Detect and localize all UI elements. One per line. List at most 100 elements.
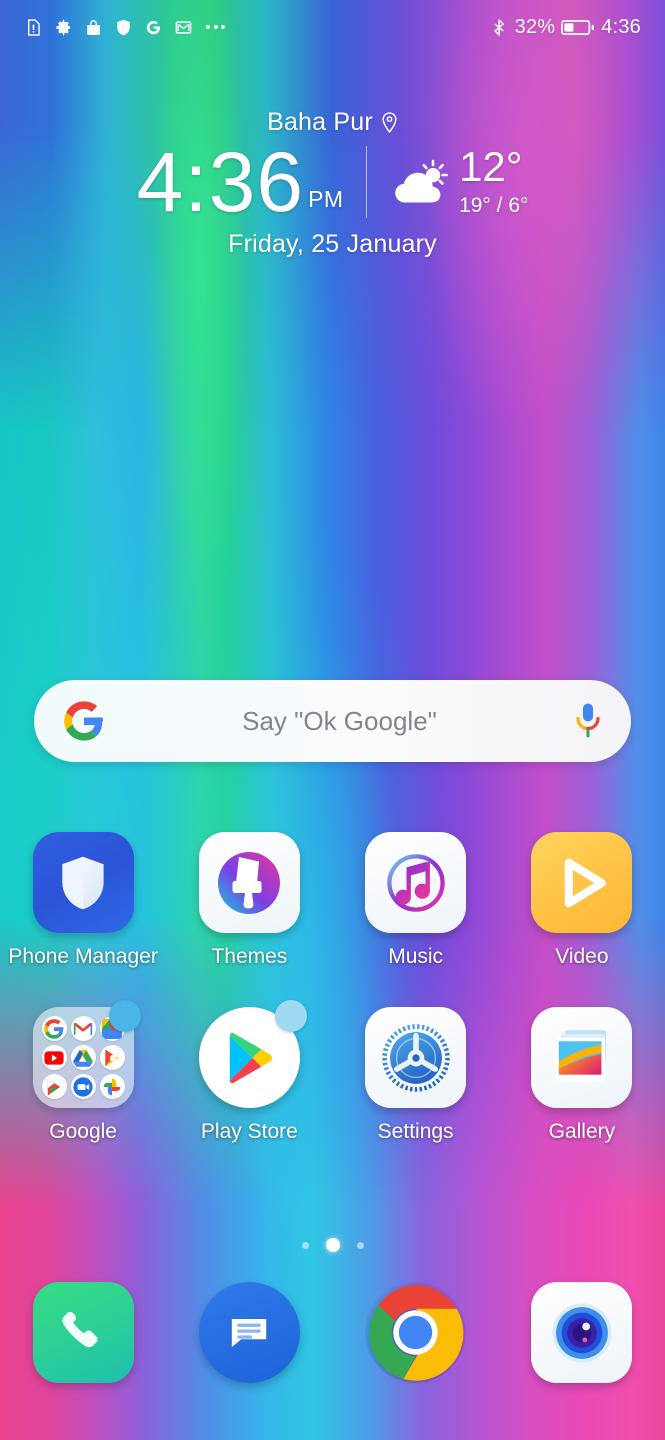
camera-dock-icon[interactable] xyxy=(531,1282,633,1383)
page-dot-3[interactable] xyxy=(356,1241,364,1249)
music-icon-wrap[interactable] xyxy=(365,832,467,933)
bluetooth-icon xyxy=(493,18,504,36)
camera-lens-icon xyxy=(552,1302,612,1363)
video-icon[interactable] xyxy=(531,832,633,933)
settings-icon-wrap[interactable] xyxy=(365,1007,467,1108)
play-store-notification-badge xyxy=(274,1000,307,1032)
play-triangle-icon xyxy=(564,858,606,907)
speech-bubble-icon xyxy=(232,1318,267,1347)
app-label: Gallery xyxy=(548,1120,616,1143)
gear-icon xyxy=(56,19,71,35)
page-dot-2-active[interactable] xyxy=(325,1238,340,1252)
gallery-icon-wrap[interactable] xyxy=(531,1007,633,1108)
shield-icon xyxy=(117,19,130,35)
google-search-mini-icon xyxy=(41,1016,67,1041)
document-alert-icon xyxy=(28,18,40,36)
phone-handset-icon xyxy=(62,1311,98,1347)
dock-item-messages[interactable] xyxy=(166,1282,332,1383)
app-settings[interactable]: Settings xyxy=(333,1007,499,1144)
dock-item-camera[interactable] xyxy=(499,1282,665,1383)
gear-compass-icon xyxy=(381,1023,450,1092)
status-bar-notification-icons[interactable] xyxy=(24,18,225,37)
app-music[interactable]: Music xyxy=(333,832,499,969)
app-play-store[interactable]: Play Store xyxy=(166,1000,332,1144)
widget-divider xyxy=(365,146,368,219)
folder-notification-badge xyxy=(108,1000,141,1032)
page-dot-1[interactable] xyxy=(301,1241,309,1249)
phone-manager-icon-wrap[interactable] xyxy=(32,832,134,933)
location-row[interactable]: Baha Pur xyxy=(267,108,398,137)
chrome-logo-icon xyxy=(369,1285,464,1381)
music-note-icon xyxy=(386,853,445,912)
dock-item-phone[interactable] xyxy=(0,1282,166,1383)
app-video[interactable]: Video xyxy=(499,832,665,969)
themes-icon[interactable] xyxy=(198,832,300,933)
wallpaper-magenta-streak xyxy=(412,0,639,560)
app-themes[interactable]: Themes xyxy=(166,832,332,969)
clock-weather-widget[interactable]: Baha Pur 4:36 PM 12° 19° / 6° Friday, 25… xyxy=(0,108,665,259)
app-label: Themes xyxy=(211,945,288,968)
app-label: Play Store xyxy=(200,1120,298,1143)
location-pin-icon xyxy=(382,112,397,133)
gallery-icon[interactable] xyxy=(531,1007,633,1108)
video-icon-wrap[interactable] xyxy=(531,832,633,933)
partly-cloudy-icon xyxy=(395,160,448,203)
battery-percent-label: 32% xyxy=(514,15,556,38)
google-folder-icon-wrap[interactable] xyxy=(32,1000,141,1108)
app-row-1: Phone Manager Themes Music Video xyxy=(0,832,665,969)
bag-icon xyxy=(87,19,100,35)
gmail-icon xyxy=(175,20,192,34)
gmail-mini-icon xyxy=(70,1016,96,1041)
weather-temps: 12° 19° / 6° xyxy=(459,146,528,218)
app-label: Video xyxy=(555,945,609,968)
app-label: Google xyxy=(49,1120,117,1143)
phone-dock-icon[interactable] xyxy=(32,1282,134,1383)
google-logo-icon xyxy=(64,701,104,741)
page-indicator[interactable] xyxy=(0,1238,665,1252)
music-icon[interactable] xyxy=(365,832,467,933)
more-dots-icon xyxy=(206,25,225,29)
weather-block[interactable]: 12° 19° / 6° xyxy=(389,146,528,218)
clock-meridiem: PM xyxy=(308,185,344,212)
dock[interactable] xyxy=(0,1282,665,1383)
play-music-mini-icon xyxy=(99,1045,125,1070)
microphone-icon[interactable] xyxy=(575,702,601,740)
chrome-dock-icon[interactable] xyxy=(365,1282,466,1383)
status-bar-system-icons[interactable]: 32% 4:36 xyxy=(490,16,641,39)
battery-icon xyxy=(561,19,595,35)
clock-time[interactable]: 4:36 PM xyxy=(136,135,344,229)
app-row-2: Google Play Store Settings Gallery xyxy=(0,1000,665,1144)
google-search-bar[interactable]: Say "Ok Google" xyxy=(34,680,631,762)
play-triangle-glyph-icon xyxy=(230,1032,273,1083)
dock-item-chrome[interactable] xyxy=(333,1282,499,1383)
search-input-placeholder[interactable]: Say "Ok Google" xyxy=(104,706,575,737)
themes-icon-wrap[interactable] xyxy=(198,832,300,933)
app-google-folder[interactable]: Google xyxy=(0,1000,166,1144)
status-bar-clock: 4:36 xyxy=(601,15,641,38)
photo-stack-icon xyxy=(555,1029,606,1082)
status-bar[interactable]: 32% 4:36 xyxy=(0,0,665,54)
duo-mini-icon xyxy=(70,1074,96,1099)
date-label: Friday, 25 January xyxy=(228,229,437,258)
paintbrush-icon xyxy=(218,851,281,914)
settings-icon[interactable] xyxy=(365,1007,467,1108)
drive-mini-icon xyxy=(70,1045,96,1070)
app-label: Music xyxy=(388,945,444,968)
play-movies-mini-icon xyxy=(41,1074,67,1099)
app-label: Settings xyxy=(377,1120,454,1143)
phone-manager-icon[interactable] xyxy=(32,832,134,933)
app-grid[interactable]: Phone Manager Themes Music Video Google … xyxy=(0,832,665,1144)
play-store-icon-wrap[interactable] xyxy=(198,1000,307,1108)
photos-mini-icon xyxy=(99,1074,125,1099)
weather-current-temp: 12° xyxy=(459,143,523,191)
app-phone-manager[interactable]: Phone Manager xyxy=(0,832,166,969)
youtube-mini-icon xyxy=(41,1045,67,1070)
weather-high-low: 19° / 6° xyxy=(459,194,529,218)
time-weather-row[interactable]: 4:36 PM 12° 19° / 6° xyxy=(136,135,529,229)
shield-glyph-icon xyxy=(62,856,104,909)
location-label: Baha Pur xyxy=(267,108,373,136)
messages-dock-icon[interactable] xyxy=(198,1282,300,1383)
app-gallery[interactable]: Gallery xyxy=(499,1007,665,1144)
clock-hhmm: 4:36 xyxy=(136,135,305,229)
google-icon xyxy=(146,20,160,34)
